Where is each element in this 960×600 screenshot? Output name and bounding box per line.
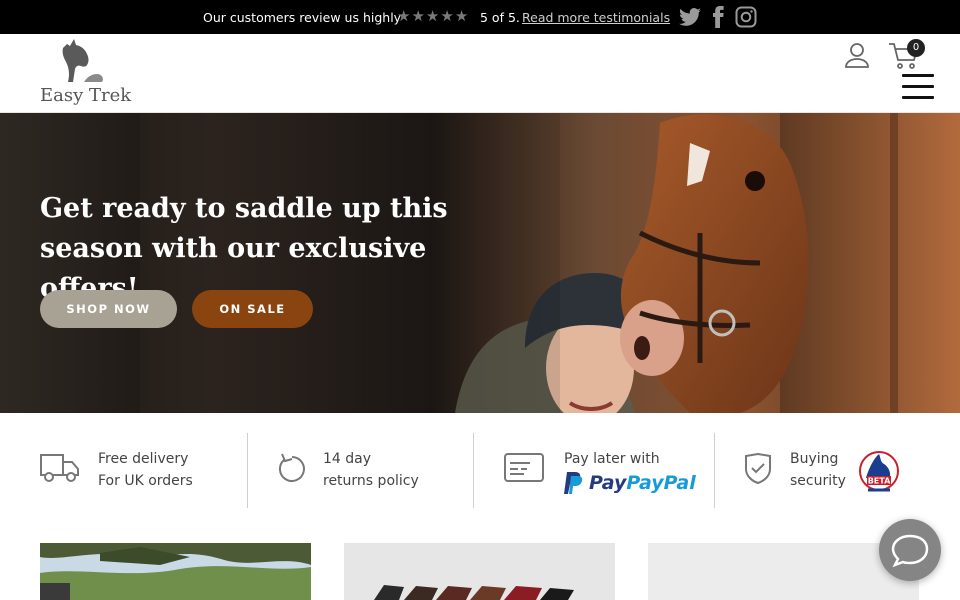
menu-bar: [902, 85, 934, 88]
account-icon[interactable]: [844, 42, 870, 68]
beta-badge-text: BETA: [868, 477, 891, 486]
testimonials-link[interactable]: Read more testimonials: [522, 10, 670, 25]
paypal-text-pal: PayPal: [626, 472, 696, 494]
feature-line: For UK orders: [98, 473, 193, 489]
on-sale-button[interactable]: ON SALE: [192, 290, 313, 328]
rating-score: 5 of 5.: [480, 10, 520, 25]
feature-line: Pay later with: [564, 451, 660, 467]
feature-line: Buying: [790, 451, 839, 467]
twitter-icon[interactable]: [678, 5, 702, 29]
cart-count-badge: 0: [907, 39, 925, 57]
feature-line: security: [790, 473, 846, 489]
menu-bar: [902, 74, 934, 77]
star-icon: ★: [397, 7, 411, 25]
product-card[interactable]: [40, 543, 311, 600]
divider: [714, 433, 715, 508]
feature-returns: 14 day returns policy: [323, 448, 419, 492]
product-image: [40, 543, 311, 600]
product-card[interactable]: [344, 543, 615, 600]
menu-bar: [902, 96, 934, 99]
product-image: [344, 543, 615, 600]
delivery-truck-icon: [40, 454, 79, 482]
review-message: Our customers review us highly: [203, 10, 402, 25]
credit-card-icon: [504, 453, 544, 482]
announcement-bar: Our customers review us highly ★ ★ ★ ★ ★…: [0, 0, 960, 34]
horse-head-icon: [62, 39, 103, 82]
feature-delivery: Free delivery For UK orders: [98, 448, 193, 492]
paypal-logo: Pay PayPal: [564, 470, 696, 496]
rating-stars: ★ ★ ★ ★ ★: [397, 9, 468, 24]
features-strip: Free delivery For UK orders 14 day retur…: [0, 413, 960, 529]
feature-line: returns policy: [323, 473, 419, 489]
chat-icon: [891, 534, 929, 568]
paypal-text-pay: Pay: [589, 472, 627, 494]
divider: [473, 433, 474, 508]
star-icon: ★: [454, 7, 469, 25]
divider: [247, 433, 248, 508]
star-icon: ★: [440, 7, 454, 25]
returns-icon: [278, 453, 305, 482]
instagram-icon[interactable]: [734, 5, 758, 29]
beta-badge: BETA: [859, 451, 899, 492]
hero-banner: Get ready to saddle up this season with …: [0, 113, 960, 413]
feature-paypal: Pay later with: [564, 448, 660, 470]
facebook-icon[interactable]: [706, 5, 730, 29]
menu-icon[interactable]: [902, 74, 934, 99]
shield-check-icon: [745, 453, 771, 485]
star-icon: ★: [411, 7, 425, 25]
brand-name: Easy Trek: [40, 85, 132, 106]
chat-button[interactable]: [879, 519, 941, 581]
paypal-icon: [564, 472, 583, 494]
site-header: Easy Trek 0: [0, 34, 960, 113]
star-icon: ★: [425, 7, 440, 25]
feature-line: 14 day: [323, 451, 372, 467]
shop-now-button[interactable]: SHOP NOW: [40, 290, 177, 328]
feature-line: Free delivery: [98, 451, 189, 467]
feature-security: Buying security: [790, 448, 846, 492]
logo[interactable]: Easy Trek: [38, 36, 132, 108]
